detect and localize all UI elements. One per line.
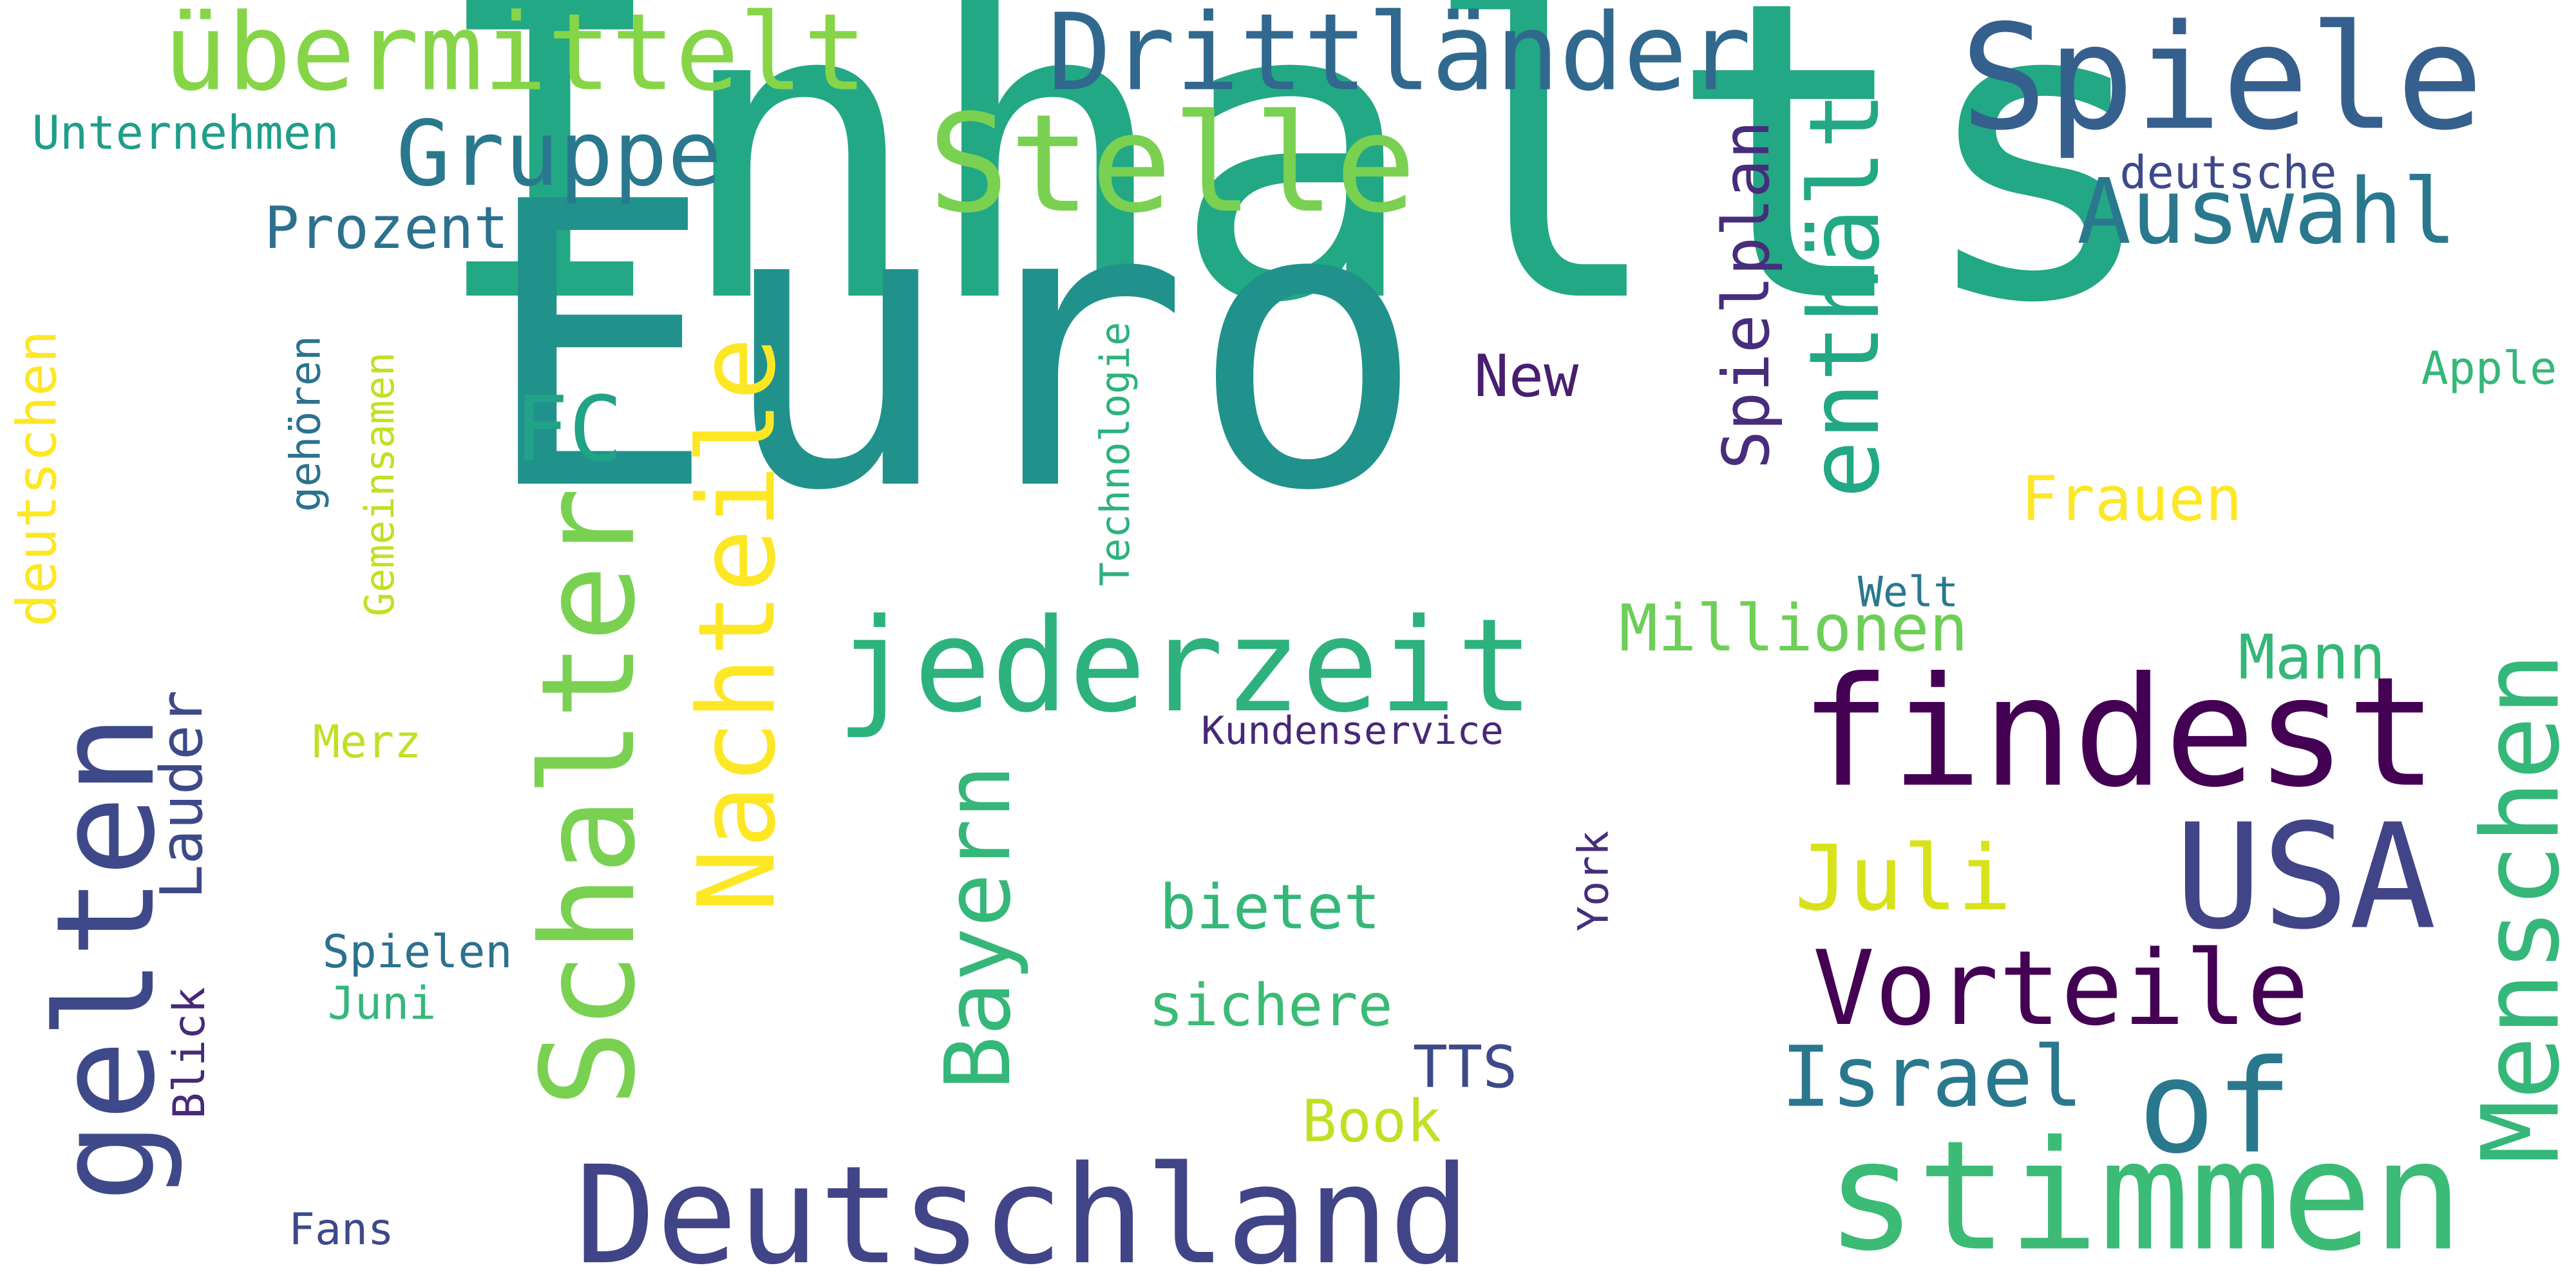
word-schalter: Schalter [514,487,664,1108]
word-apple: Apple [2421,342,2557,395]
word-stelle: Stelle [927,85,1417,243]
word-merz: Merz [312,715,422,768]
word-enthaelt: enthält [1789,91,1901,499]
word-vorteile: Vorteile [1812,928,2309,1048]
word-gehoeren: gehören [281,336,330,512]
word-sichere: sichere [1148,972,1393,1039]
word-gruppe: Gruppe [396,102,722,207]
word-of: of [2137,1032,2293,1182]
word-frauen: Frauen [2021,464,2242,535]
word-gemeinsamen: Gemeinsamen [356,352,403,617]
word-fans: Fans [289,1204,394,1255]
word-nachteile: Nachteile [675,336,799,913]
word-juni: Juni [327,977,437,1030]
word-lauder: Lauder [148,690,216,900]
word-drittlaender: Drittländer [1047,0,1752,115]
word-book: Book [1302,1088,1442,1155]
word-new: New [1473,343,1579,410]
word-unternehmen: Unternehmen [32,106,339,160]
word-deutsche: deutsche [2119,146,2337,199]
word-bietet: bietet [1159,872,1381,943]
word-bayern: Bayern [926,764,1031,1090]
word-spielen: Spielen [322,925,513,978]
word-deutschen: deutschen [5,330,70,627]
word-deutschland: Deutschland [574,1137,1471,1288]
word-spiele: Spiele [1960,0,2484,163]
word-york: York [1569,830,1618,932]
word-technologie: Technologie [1092,321,1139,587]
word-kundenservice: Kundenservice [1201,708,1504,753]
word-cloud: Inhalts Euro stimmen Deutschland findest… [0,0,2576,1288]
word-menschen: Menschen [2459,652,2576,1164]
word-spielplan: Spielplan [1709,120,1784,469]
word-mann: Mann [2238,622,2386,694]
word-fc: FC [514,377,623,482]
word-blick: Blick [164,987,215,1119]
word-uebermittelt: übermittelt [163,0,867,115]
word-israel: Israel [1781,1028,2083,1126]
word-welt: Welt [1857,568,1959,617]
word-prozent: Prozent [264,194,509,262]
word-juli: Juli [1794,826,2012,931]
word-tts: TTS [1412,1034,1518,1101]
